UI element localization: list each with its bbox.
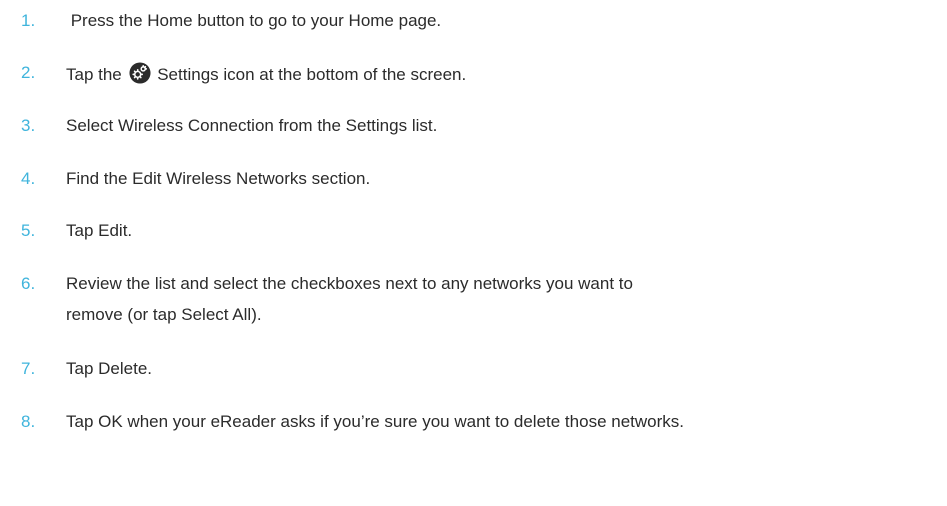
step-text-line2: remove (or tap Select All).	[66, 305, 262, 324]
step-number: 2.	[21, 63, 36, 82]
step-number: 5.	[21, 221, 36, 240]
step-number: 4.	[21, 169, 36, 188]
step-number: 8.	[21, 412, 36, 431]
step-number: 7.	[21, 359, 36, 378]
step-number: 6.	[21, 274, 36, 293]
step-text: Tap Edit.	[66, 221, 133, 240]
step-text-after: Settings icon at the bottom of the scree…	[152, 65, 467, 84]
step-text: Tap the Settings icon at the bottom of t…	[66, 62, 466, 86]
settings-gear-icon	[128, 62, 151, 84]
step-number: 1.	[21, 11, 36, 30]
step-text: Press the Home button to go to your Home…	[66, 11, 442, 30]
instruction-list: 1. Press the Home button to go to your H…	[0, 0, 947, 506]
step-text: Tap OK when your eReader asks if you’re …	[66, 412, 684, 431]
step-text-before: Tap the	[66, 65, 127, 84]
step-text: Tap Delete.	[66, 359, 152, 378]
step-number: 3.	[21, 116, 36, 135]
step-text: Select Wireless Connection from the Sett…	[66, 116, 438, 135]
step-text-line1: Review the list and select the checkboxe…	[66, 274, 633, 293]
step-text: Find the Edit Wireless Networks section.	[66, 169, 371, 188]
